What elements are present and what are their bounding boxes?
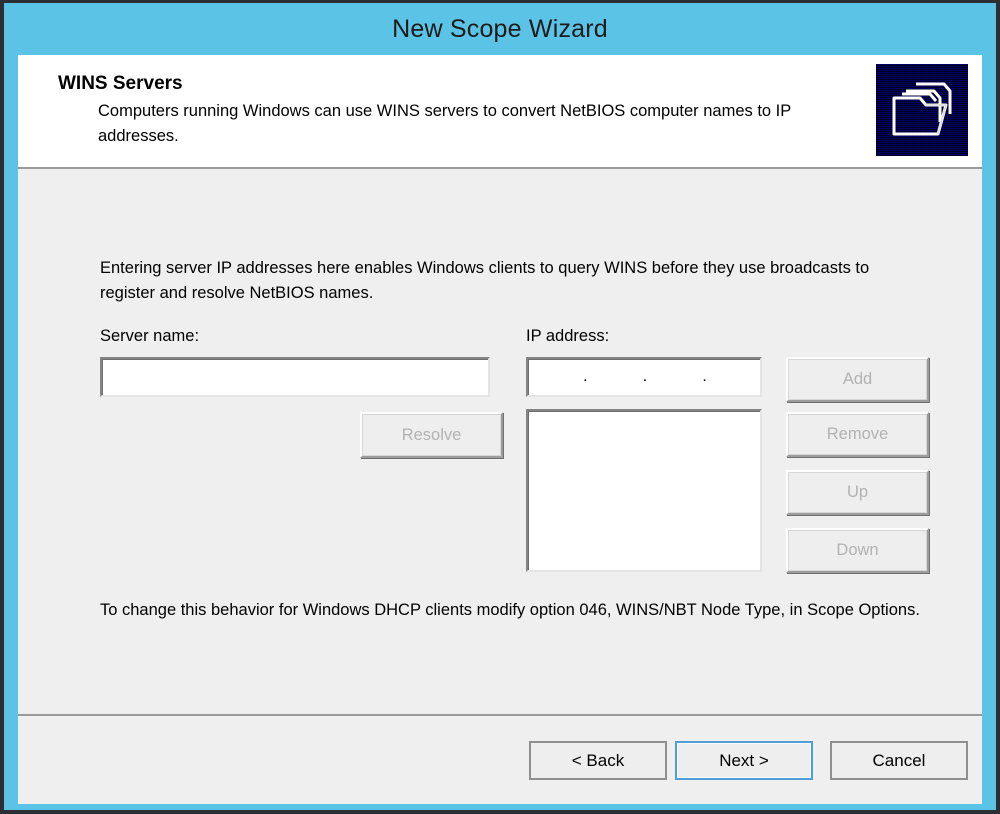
page-title: WINS Servers xyxy=(58,73,183,94)
ip-address-label: IP address: xyxy=(526,327,610,345)
wizard-window: New Scope Wizard WINS Servers Computers … xyxy=(0,0,1000,814)
ip-separator-3: . xyxy=(702,368,707,385)
next-button[interactable]: Next > xyxy=(675,741,813,780)
ip-separator-2: . xyxy=(642,368,648,385)
resolve-button[interactable]: Resolve xyxy=(360,412,503,458)
down-button[interactable]: Down xyxy=(786,528,929,573)
ip-octets: . . . xyxy=(528,359,760,395)
wins-servers-list[interactable] xyxy=(526,409,762,572)
window-title: New Scope Wizard xyxy=(392,14,608,43)
dialog-body: WINS Servers Computers running Windows c… xyxy=(18,55,982,804)
page-subtitle: Computers running Windows can use WINS s… xyxy=(98,102,791,145)
ip-separator-1: . xyxy=(583,368,588,385)
add-button[interactable]: Add xyxy=(786,357,929,402)
title-bar: New Scope Wizard xyxy=(4,3,996,55)
cancel-button[interactable]: Cancel xyxy=(830,741,968,780)
server-name-input[interactable] xyxy=(100,357,490,397)
intro-text: Entering server IP addresses here enable… xyxy=(100,259,870,302)
dialog-footer: < Back Next > Cancel xyxy=(18,714,982,804)
scope-options-note: To change this behavior for Windows DHCP… xyxy=(100,601,920,619)
up-button[interactable]: Up xyxy=(786,470,929,515)
ip-address-input[interactable]: . . . xyxy=(526,357,762,397)
wizard-header: WINS Servers Computers running Windows c… xyxy=(18,55,982,169)
back-button[interactable]: < Back xyxy=(529,741,667,780)
remove-button[interactable]: Remove xyxy=(786,412,929,457)
folder-stack-icon xyxy=(876,64,968,156)
server-name-label: Server name: xyxy=(100,327,200,345)
content-area: Entering server IP addresses here enable… xyxy=(18,169,982,714)
